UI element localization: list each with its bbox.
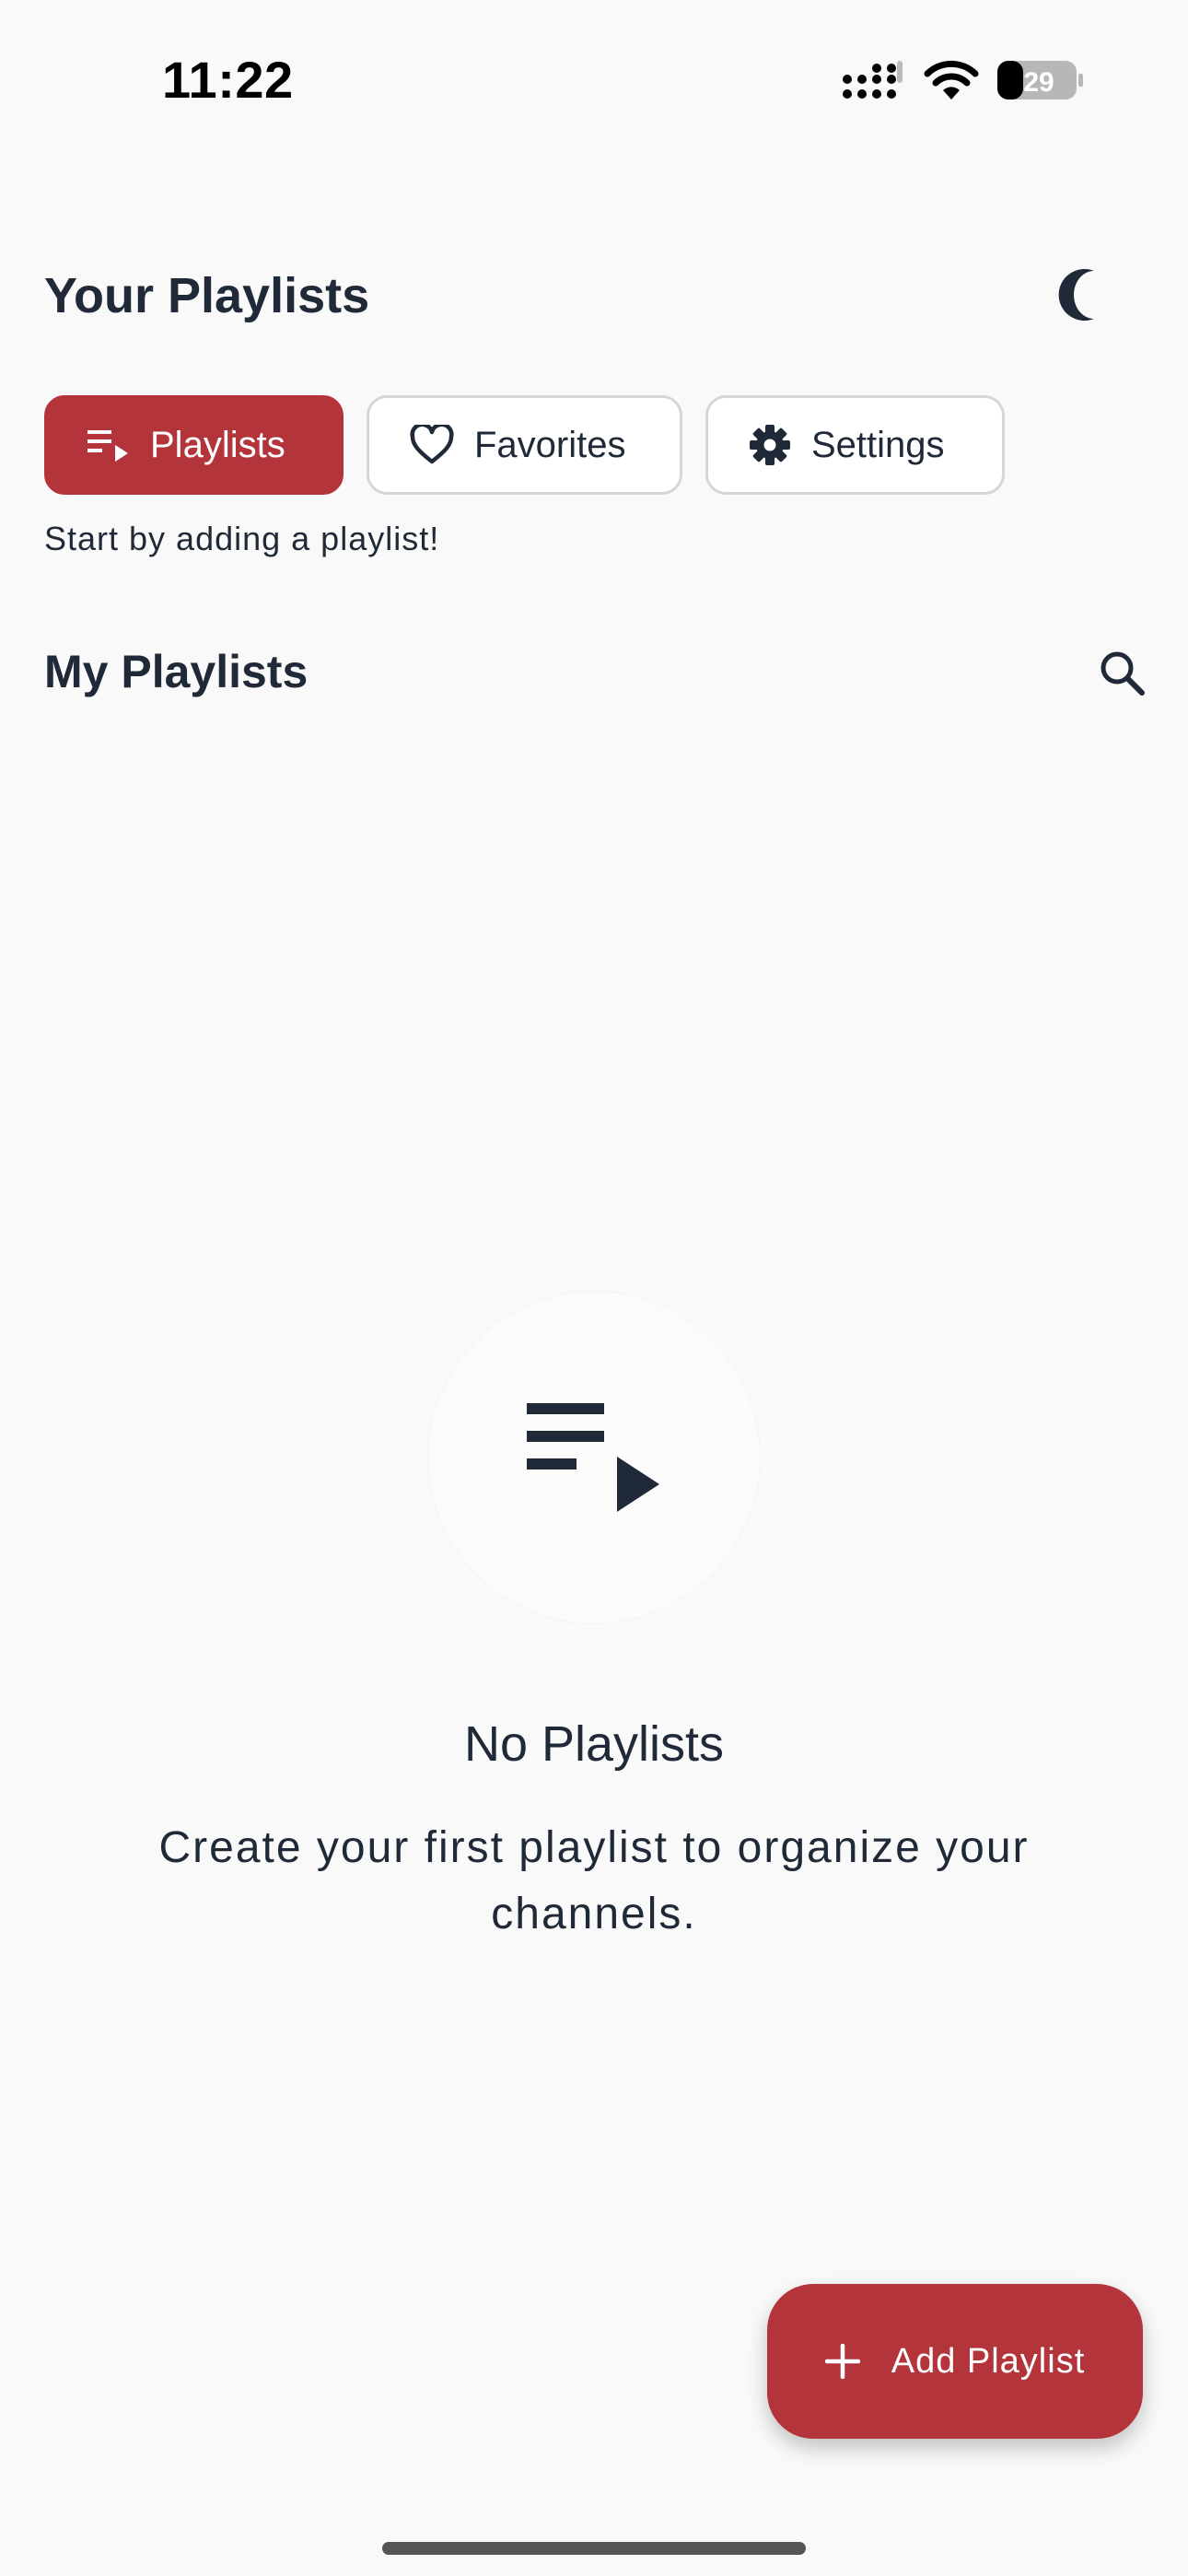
app-screen: 11:22 29 Your Playlists Playlists Favori…: [0, 0, 1188, 2576]
playlist-play-icon: [527, 1403, 659, 1512]
tab-bar: Playlists Favorites Settings: [44, 395, 1005, 495]
empty-state-title: No Playlists: [463, 1716, 725, 1772]
tab-favorites[interactable]: Favorites: [367, 395, 682, 495]
battery-level: 29: [1023, 67, 1054, 98]
tab-settings[interactable]: Settings: [705, 395, 1005, 495]
tab-playlists[interactable]: Playlists: [44, 395, 344, 495]
empty-state-description: Create your first playlist to organize y…: [158, 1823, 1030, 1938]
home-indicator[interactable]: [382, 2542, 806, 2555]
search-icon: [1101, 651, 1145, 696]
wifi-icon: [924, 60, 979, 100]
battery-icon: 29: [997, 61, 1083, 100]
hint-text: Start by adding a playlist!: [44, 520, 440, 557]
page-title: Your Playlists: [44, 268, 370, 323]
tab-playlists-label: Playlists: [150, 424, 285, 465]
status-time: 11:22: [162, 51, 294, 109]
signal-icon: [843, 61, 903, 99]
search-button[interactable]: [1089, 639, 1155, 706]
plus-icon: [824, 2344, 860, 2379]
heart-icon: [410, 425, 454, 464]
moon-icon: [1058, 269, 1094, 321]
playlist-play-icon: [87, 430, 128, 462]
add-playlist-button[interactable]: Add Playlist: [767, 2284, 1143, 2439]
add-playlist-label: Add Playlist: [891, 2341, 1086, 2381]
theme-toggle-button[interactable]: [1050, 262, 1116, 328]
section-title: My Playlists: [44, 646, 309, 697]
empty-state-illustration: [428, 1292, 760, 1623]
tab-settings-label: Settings: [811, 424, 945, 465]
gear-icon: [750, 425, 790, 465]
tab-favorites-label: Favorites: [474, 424, 626, 465]
